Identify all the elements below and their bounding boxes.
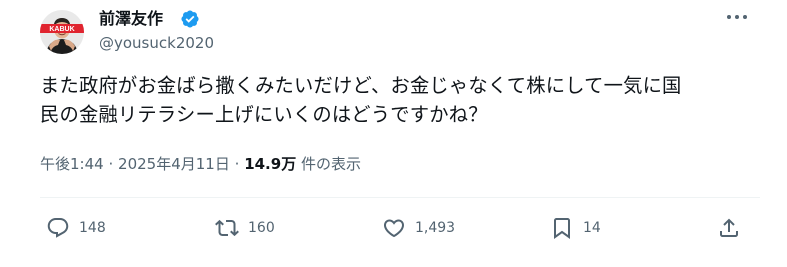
tweet-text: また政府がお金ばら撒くみたいだけど、お金じゃなくて株にして一気に国 民の金融リテ… <box>40 71 760 129</box>
tweet-text-line: 民の金融リテラシー上げにいくのはどうですかね？ <box>40 103 488 126</box>
share-upload-icon <box>720 218 738 237</box>
views-label: 件の表示 <box>300 155 361 173</box>
reply-button[interactable]: 148 <box>46 215 106 241</box>
bookmark-icon <box>554 218 570 239</box>
like-button[interactable]: 1,493 <box>382 215 455 241</box>
tweet-date[interactable]: 2025年4月11日 <box>118 155 230 173</box>
author-handle[interactable]: @yousuck2020 <box>99 33 214 53</box>
repost-button[interactable]: 160 <box>215 215 275 241</box>
verified-badge-icon <box>181 10 199 28</box>
heart-icon <box>383 219 405 238</box>
tweet-time[interactable]: 午後1:44 <box>40 155 104 173</box>
avatar-image: KABUK <box>40 10 84 54</box>
divider <box>40 197 760 198</box>
like-count: 1,493 <box>415 220 456 236</box>
bookmark-count: 14 <box>583 220 601 236</box>
repost-arrows-icon <box>215 219 239 237</box>
tweet-meta: 午後1:44 · 2025年4月11日 · 14.9万 件の表示 <box>40 153 361 175</box>
more-horizontal-icon[interactable] <box>724 8 750 26</box>
meta-separator: · <box>108 155 114 173</box>
repost-count: 160 <box>248 220 275 236</box>
reply-count: 148 <box>79 220 106 236</box>
speech-bubble-icon <box>47 218 69 238</box>
tweet-text-line: また政府がお金ばら撒くみたいだけど、お金じゃなくて株にして一気に国 <box>40 74 682 97</box>
bookmark-button[interactable]: 14 <box>550 215 601 241</box>
tweet-card: KABUK 前澤友作 @yousuck2020 また政府がお金ばら撒くみたいだけ… <box>0 0 787 267</box>
author-display-name[interactable]: 前澤友作 <box>99 9 163 29</box>
author-avatar[interactable]: KABUK <box>40 10 84 54</box>
share-button[interactable] <box>717 215 741 241</box>
views-count[interactable]: 14.9万 <box>244 155 296 173</box>
meta-separator: · <box>234 155 240 173</box>
